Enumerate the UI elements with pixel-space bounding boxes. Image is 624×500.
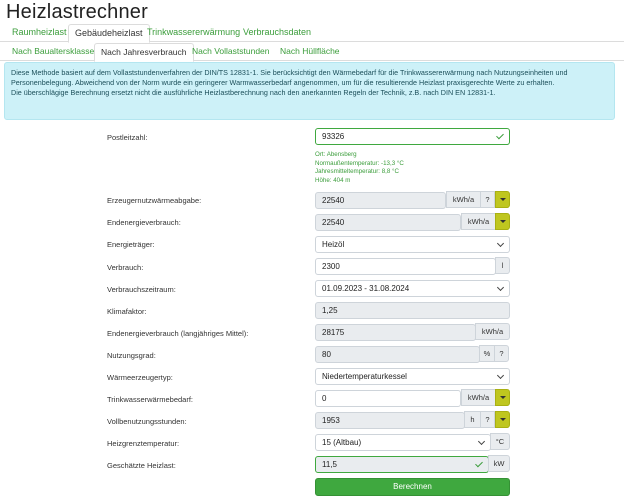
page-title: Heizlastrechner	[6, 1, 148, 23]
vollbenutzung-dropdown-button[interactable]	[495, 411, 510, 428]
subtab-huellflaeche[interactable]: Nach Hüllfläche	[274, 43, 346, 61]
valid-check-icon	[496, 131, 504, 140]
erzeuger-unit: kWh/a	[446, 191, 481, 208]
trinkwasser-dropdown-button[interactable]	[495, 389, 510, 406]
endenergie-mittel-addons: kWh/a	[475, 323, 510, 341]
heizgrenz-unit: °C	[490, 433, 510, 450]
verbrauch-addons: l	[495, 257, 510, 275]
info-text: Diese Methode basiert auf dem Vollaststu…	[11, 68, 568, 88]
location-info: Ort: Abensberg Normaußentemperatur: -13,…	[315, 151, 404, 185]
erzeuger-dropdown-button[interactable]	[495, 191, 510, 208]
klima-field: 1,25	[315, 302, 510, 319]
endenergie-addons: kWh/a	[461, 213, 510, 231]
klima-value: 1,25	[322, 306, 338, 315]
nutzungsgrad-help-button[interactable]: ?	[494, 345, 509, 362]
erzeuger-addons: kWh/a ?	[446, 191, 510, 209]
nutzungsgrad-label: Nutzungsgrad:	[107, 351, 156, 360]
tab-trinkwassererwaermung[interactable]: Trinkwassererwärmung	[141, 24, 246, 42]
trinkwasser-value: 0	[322, 394, 327, 403]
info-box: Diese Methode basiert auf dem Vollaststu…	[4, 62, 615, 120]
chevron-down-icon	[496, 239, 505, 248]
heizlast-unit: kW	[488, 455, 510, 472]
endenergie-mittel-label: Endenergieverbrauch (langjähriges Mittel…	[107, 329, 249, 338]
location-ort: Ort: Abensberg	[315, 151, 357, 158]
waermeerzeuger-select[interactable]: Niedertemperaturkessel	[315, 368, 510, 385]
trinkwasser-label: Trinkwasserwärmebedarf:	[107, 395, 193, 404]
zeitraum-value: 01.09.2023 - 31.08.2024	[322, 284, 410, 293]
subtab-vollaststunden[interactable]: Nach Vollaststunden	[186, 43, 276, 61]
tab-verbrauchsdaten[interactable]: Verbrauchsdaten	[237, 24, 317, 42]
heizgrenz-addons: °C	[490, 433, 510, 451]
endenergie-unit: kWh/a	[461, 213, 496, 230]
nutzungsgrad-unit: %	[479, 345, 495, 362]
heizgrenz-label: Heizgrenztemperatur:	[107, 439, 180, 448]
heizlast-label: Geschätzte Heizlast:	[107, 461, 176, 470]
berechnen-button[interactable]: Berechnen	[315, 478, 510, 496]
nutzungsgrad-field: 80	[315, 346, 480, 363]
main-tabs: Raumheizlast Gebäudeheizlast Trinkwasser…	[0, 24, 624, 43]
zeitraum-label: Verbrauchszeitraum:	[107, 285, 176, 294]
verbrauch-value: 2300	[322, 262, 340, 271]
endenergie-dropdown-button[interactable]	[495, 213, 510, 230]
trinkwasser-input[interactable]: 0	[315, 390, 461, 407]
vollbenutzung-label: Vollbenutzungsstunden:	[107, 417, 187, 426]
tab-gebaeudeheizlast[interactable]: Gebäudeheizlast	[68, 24, 150, 43]
heizgrenz-value: 15 (Altbau)	[322, 438, 362, 447]
chevron-down-icon	[496, 283, 505, 292]
heizlast-addons: kW	[488, 455, 510, 473]
location-norm-temp: Normaußentemperatur: -13,3 °C	[315, 159, 404, 167]
info-note: Die überschlägige Berechnung ersetzt nic…	[11, 88, 496, 98]
tab-raumheizlast[interactable]: Raumheizlast	[6, 24, 73, 42]
sub-tabs: Nach Baualtersklasse Nach Jahresverbrauc…	[0, 42, 624, 62]
heizlast-value: 11,5	[322, 460, 337, 469]
energietraeger-select[interactable]: Heizöl	[315, 236, 510, 253]
location-annual-temp: Jahresmitteltemperatur: 8,8 °C	[315, 168, 399, 176]
endenergie-mittel-value: 28175	[322, 328, 345, 337]
erzeuger-value: 22540	[322, 196, 345, 205]
vollbenutzung-field: 1953	[315, 412, 465, 429]
plz-input[interactable]: 93326	[315, 128, 510, 145]
subtab-baualtersklasse[interactable]: Nach Baualtersklasse	[6, 43, 100, 61]
heizlast-field: 11,5	[315, 456, 489, 473]
valid-check-icon	[475, 459, 483, 468]
erzeuger-input: 22540	[315, 192, 446, 209]
energietraeger-label: Energieträger:	[107, 240, 155, 249]
nutzungsgrad-addons: % ?	[479, 345, 510, 363]
endenergie-mittel-field: 28175	[315, 324, 476, 341]
klima-label: Klimafaktor:	[107, 307, 147, 316]
waermeerzeuger-label: Wärmeerzeugertyp:	[107, 373, 173, 382]
vollbenutzung-unit: h	[464, 411, 481, 428]
heizgrenz-select[interactable]: 15 (Altbau)	[315, 434, 491, 451]
plz-label: Postleitzahl:	[107, 133, 148, 142]
endenergie-mittel-unit: kWh/a	[475, 323, 510, 340]
trinkwasser-unit: kWh/a	[461, 389, 496, 406]
erzeuger-label: Erzeugernutzwärmeabgabe:	[107, 196, 202, 205]
vollbenutzung-value: 1953	[322, 416, 340, 425]
energietraeger-value: Heizöl	[322, 240, 345, 249]
nutzungsgrad-value: 80	[322, 350, 331, 359]
waermeerzeuger-value: Niedertemperaturkessel	[322, 372, 407, 381]
subtab-jahresverbrauch[interactable]: Nach Jahresverbrauch	[94, 43, 194, 62]
location-altitude: Höhe: 404 m	[315, 176, 351, 184]
zeitraum-select[interactable]: 01.09.2023 - 31.08.2024	[315, 280, 510, 297]
plz-value: 93326	[322, 132, 345, 141]
vollbenutzung-help-button[interactable]: ?	[480, 411, 495, 428]
erzeuger-help-button[interactable]: ?	[480, 191, 495, 208]
endenergie-value: 22540	[322, 218, 345, 227]
endenergie-input: 22540	[315, 214, 461, 231]
chevron-down-icon	[496, 371, 505, 380]
trinkwasser-addons: kWh/a	[461, 389, 510, 407]
verbrauch-label: Verbrauch:	[107, 263, 144, 272]
verbrauch-input[interactable]: 2300	[315, 258, 496, 275]
verbrauch-unit: l	[495, 257, 510, 274]
vollbenutzung-addons: h ?	[464, 411, 510, 429]
chevron-down-icon	[477, 437, 486, 446]
endenergie-label: Endenergieverbrauch:	[107, 218, 181, 227]
